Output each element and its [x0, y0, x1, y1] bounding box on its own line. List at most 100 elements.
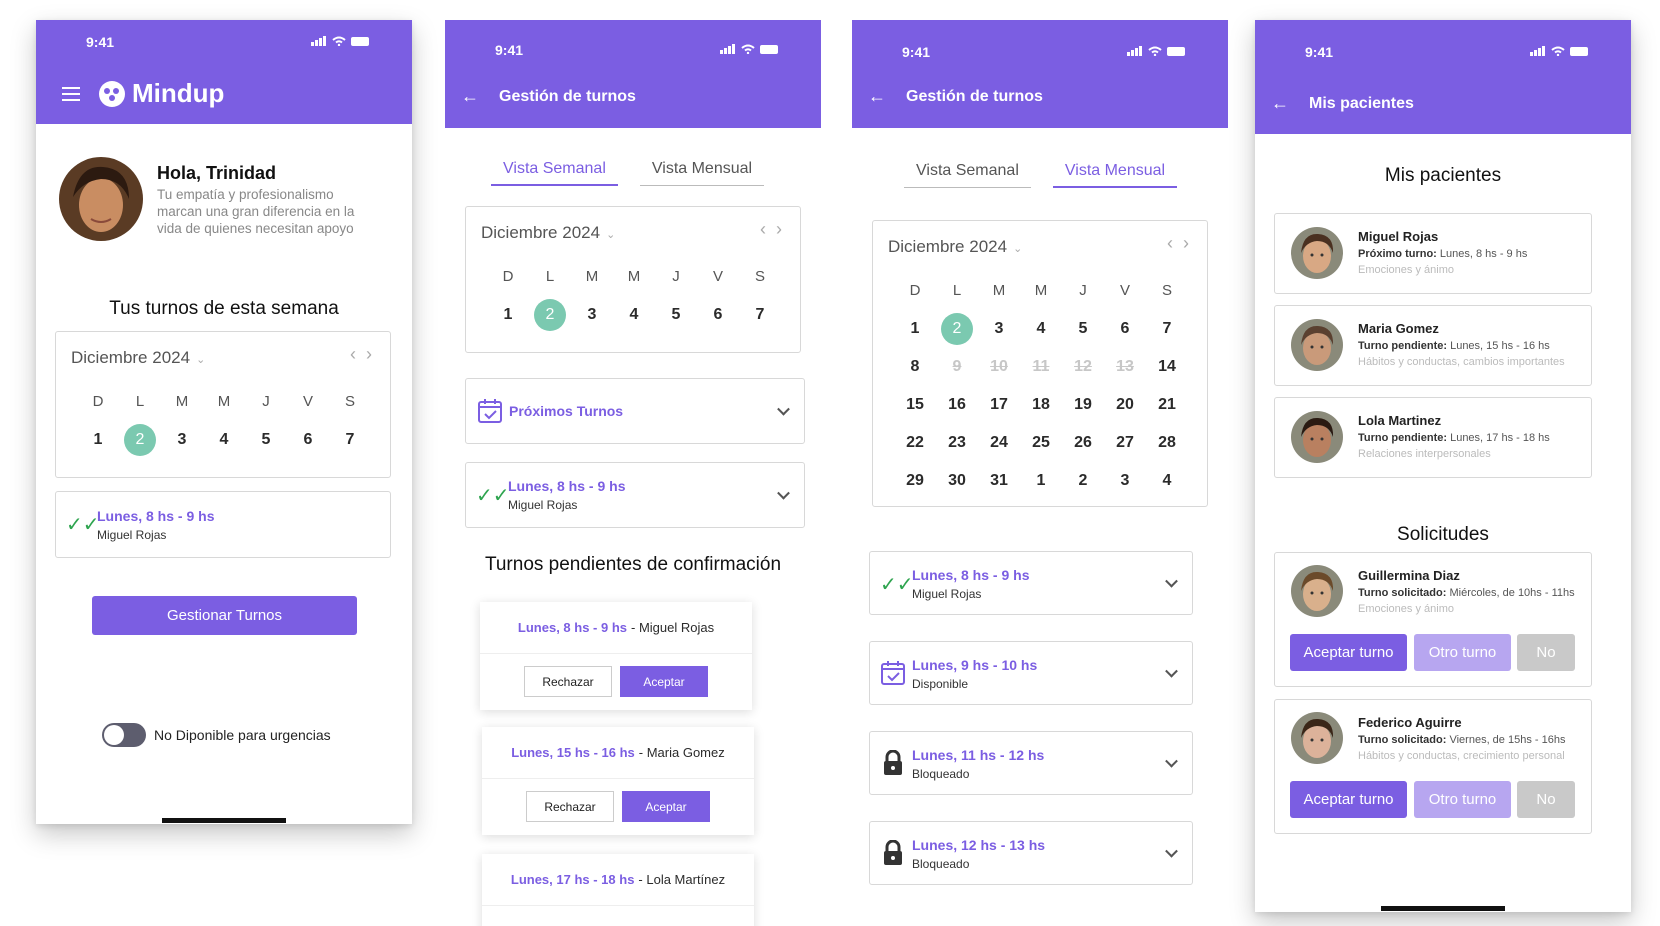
tab-monthly[interactable]: Vista Mensual [639, 160, 765, 186]
calendar-day[interactable]: 26 [1062, 428, 1104, 466]
calendar-day[interactable]: 14 [1146, 352, 1188, 390]
requested-detail: Miércoles, de 10hs - 11hs [1449, 587, 1575, 599]
calendar-day[interactable]: 3 [1104, 466, 1146, 504]
slot-card[interactable]: Lunes, 11 hs - 12 hs Bloqueado [869, 731, 1193, 795]
other-turn-button[interactable]: Otro turno [1414, 634, 1511, 671]
calendar-day[interactable]: 29 [894, 466, 936, 504]
calendar-day[interactable]: 7 [329, 425, 371, 463]
slot-card[interactable]: Lunes, 12 hs - 13 hs Bloqueado [869, 821, 1193, 885]
calendar-day[interactable]: 5 [1062, 314, 1104, 352]
app-header: 9:41 ← Gestión de turnos [445, 20, 821, 128]
requested-detail: Viernes, de 15hs - 16hs [1449, 734, 1566, 746]
calendar-day[interactable]: 22 [894, 428, 936, 466]
calendar-day[interactable]: 4 [613, 300, 655, 338]
pending-time: Lunes, 8 hs - 9 hs [517, 620, 627, 635]
calendar-day[interactable]: 1 [77, 425, 119, 463]
back-arrow-icon[interactable]: ← [868, 86, 886, 107]
wifi-icon [741, 44, 755, 54]
next-month-icon: › [366, 344, 382, 364]
slot-card[interactable]: Lunes, 9 hs - 10 hs Disponible [869, 641, 1193, 705]
weekday-header: J [1079, 282, 1087, 299]
reject-button[interactable]: Rechazar [526, 791, 614, 822]
month-selector[interactable]: Diciembre 2024 ⌄ [888, 237, 1022, 257]
calendar-day[interactable]: 25 [1020, 428, 1062, 466]
calendar-day[interactable]: 5 [655, 300, 697, 338]
calendar-day[interactable]: 1 [1020, 466, 1062, 504]
calendar-day[interactable]: 19 [1062, 390, 1104, 428]
tab-monthly[interactable]: Vista Mensual [1052, 162, 1178, 188]
accept-turn-button[interactable]: Aceptar turno [1290, 781, 1407, 818]
patient-card[interactable]: Lola Martinez Turno pendiente: Lunes, 17 … [1274, 397, 1592, 478]
accept-button[interactable]: Aceptar [620, 666, 708, 697]
week-slot-card[interactable]: ✓✓ Lunes, 8 hs - 9 hs Miguel Rojas [55, 491, 391, 558]
month-nav[interactable]: ‹› [1167, 233, 1199, 254]
accept-turn-button[interactable]: Aceptar turno [1290, 634, 1407, 671]
weekday-header: J [672, 268, 680, 285]
upcoming-accordion[interactable]: Próximos Turnos [465, 378, 805, 444]
accept-button[interactable]: Aceptar [622, 791, 710, 822]
calendar-day[interactable]: 4 [203, 425, 245, 463]
month-selector[interactable]: Diciembre 2024 ⌄ [481, 223, 615, 243]
calendar-day-selected[interactable]: 2 [936, 313, 978, 352]
urgency-toggle[interactable] [102, 723, 146, 747]
calendar-day[interactable]: 21 [1146, 390, 1188, 428]
calendar-day-number: 13 [1116, 358, 1134, 375]
calendar-day[interactable]: 24 [978, 428, 1020, 466]
requested-label: Turno solicitado: [1358, 587, 1447, 599]
other-turn-button[interactable]: Otro turno [1414, 781, 1511, 818]
calendar-day[interactable]: 17 [978, 390, 1020, 428]
calendar-day[interactable]: 8 [894, 352, 936, 390]
calendar-day[interactable]: 2 [1062, 466, 1104, 504]
next-month-icon: › [776, 219, 792, 239]
month-selector[interactable]: Diciembre 2024 ⌄ [71, 348, 205, 368]
calendar-day[interactable]: 16 [936, 390, 978, 428]
back-arrow-icon[interactable]: ← [1271, 93, 1289, 114]
calendar-day[interactable]: 20 [1104, 390, 1146, 428]
request-card: Guillermina Diaz Turno solicitado: Miérco… [1274, 552, 1592, 687]
tab-weekly[interactable]: Vista Semanal [904, 162, 1031, 188]
calendar-day-selected[interactable]: 2 [119, 424, 161, 463]
page-title: Mis pacientes [1309, 95, 1414, 112]
slot-card[interactable]: ✓✓ Lunes, 8 hs - 9 hs Miguel Rojas [465, 462, 805, 528]
month-nav[interactable]: ‹› [350, 344, 382, 365]
calendar-day[interactable]: 3 [161, 425, 203, 463]
calendar-day[interactable]: 31 [978, 466, 1020, 504]
calendar-day[interactable]: 7 [1146, 314, 1188, 352]
decline-button[interactable]: No [1517, 634, 1575, 671]
manage-turns-button[interactable]: Gestionar Turnos [92, 596, 357, 635]
patient-name: Lola Martinez [1358, 413, 1442, 428]
calendar-day[interactable]: 18 [1020, 390, 1062, 428]
calendar-day[interactable]: 4 [1146, 466, 1188, 504]
slot-time: Lunes, 11 hs - 12 hs [912, 747, 1045, 763]
reject-button[interactable]: Rechazar [524, 666, 612, 697]
calendar-day[interactable]: 27 [1104, 428, 1146, 466]
patients-screen: 9:41 ← Mis pacientes Mis pacientes Migue… [1255, 20, 1631, 912]
calendar-day[interactable]: 6 [287, 425, 329, 463]
calendar-day[interactable]: 3 [571, 300, 613, 338]
back-arrow-icon[interactable]: ← [461, 86, 479, 107]
calendar-day[interactable]: 15 [894, 390, 936, 428]
calendar-day[interactable]: 3 [978, 314, 1020, 352]
upcoming-label: Próximos Turnos [509, 403, 624, 419]
slot-card[interactable]: ✓✓ Lunes, 8 hs - 9 hs Miguel Rojas [869, 551, 1193, 615]
tab-weekly[interactable]: Vista Semanal [491, 160, 618, 186]
calendar-day-selected[interactable]: 2 [529, 299, 571, 338]
calendar-day[interactable]: 30 [936, 466, 978, 504]
calendar-day[interactable]: 4 [1020, 314, 1062, 352]
month-nav[interactable]: ‹› [760, 219, 792, 240]
calendar-day[interactable]: 5 [245, 425, 287, 463]
decline-button[interactable]: No [1517, 781, 1575, 818]
calendar-day[interactable]: 6 [697, 300, 739, 338]
weekday-header: M [1034, 282, 1048, 299]
calendar-day[interactable]: 1 [894, 314, 936, 352]
calendar-day[interactable]: 7 [739, 300, 781, 338]
calendar-day[interactable]: 28 [1146, 428, 1188, 466]
calendar-day[interactable]: 23 [936, 428, 978, 466]
calendar-day[interactable]: 6 [1104, 314, 1146, 352]
calendar-day-number: 6 [1120, 320, 1130, 337]
patient-card[interactable]: Maria Gomez Turno pendiente: Lunes, 15 hs… [1274, 305, 1592, 386]
menu-icon[interactable] [62, 87, 80, 101]
calendar-day[interactable]: 1 [487, 300, 529, 338]
patient-card[interactable]: Miguel Rojas Próximo turno: Lunes, 8 hs -… [1274, 213, 1592, 294]
double-check-icon: ✓✓ [476, 485, 510, 507]
